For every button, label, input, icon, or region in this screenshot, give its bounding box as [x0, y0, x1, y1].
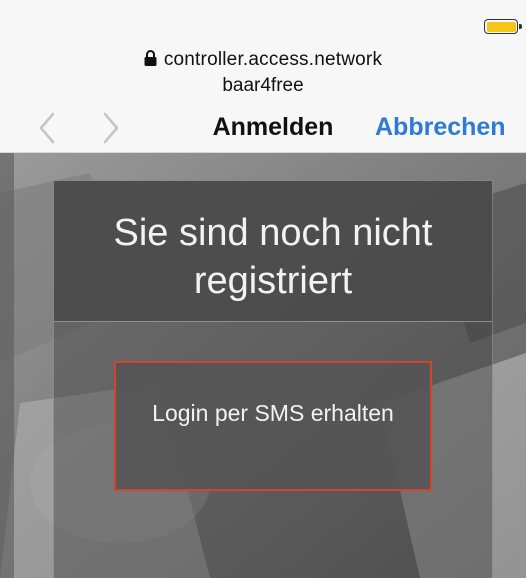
sms-login-button[interactable]: Login per SMS erhalten: [114, 361, 432, 491]
lock-icon: [144, 50, 157, 66]
panel-heading: Sie sind noch nicht registriert: [54, 181, 492, 322]
sms-login-label: Login per SMS erhalten: [152, 400, 394, 426]
navigation-bar: Anmelden Abbrechen: [0, 106, 526, 150]
network-name: baar4free: [222, 75, 304, 96]
url-text: controller.access.network: [163, 49, 383, 70]
portal-heading: Sie sind noch nicht registriert: [113, 212, 433, 302]
url-line: controller.access.network: [0, 49, 526, 71]
portal-panel: Sie sind noch nicht registriert Login pe…: [53, 180, 493, 578]
page-title: Anmelden: [212, 113, 334, 141]
status-bar: [0, 0, 526, 36]
portal-content: Sie sind noch nicht registriert Login pe…: [0, 153, 526, 578]
chevron-left-icon[interactable]: [36, 111, 58, 145]
captive-portal-header: controller.access.network baar4free Anme…: [0, 36, 526, 153]
cancel-button[interactable]: Abbrechen: [375, 113, 526, 142]
chevron-right-icon[interactable]: [100, 111, 122, 145]
battery-icon: [484, 19, 522, 34]
